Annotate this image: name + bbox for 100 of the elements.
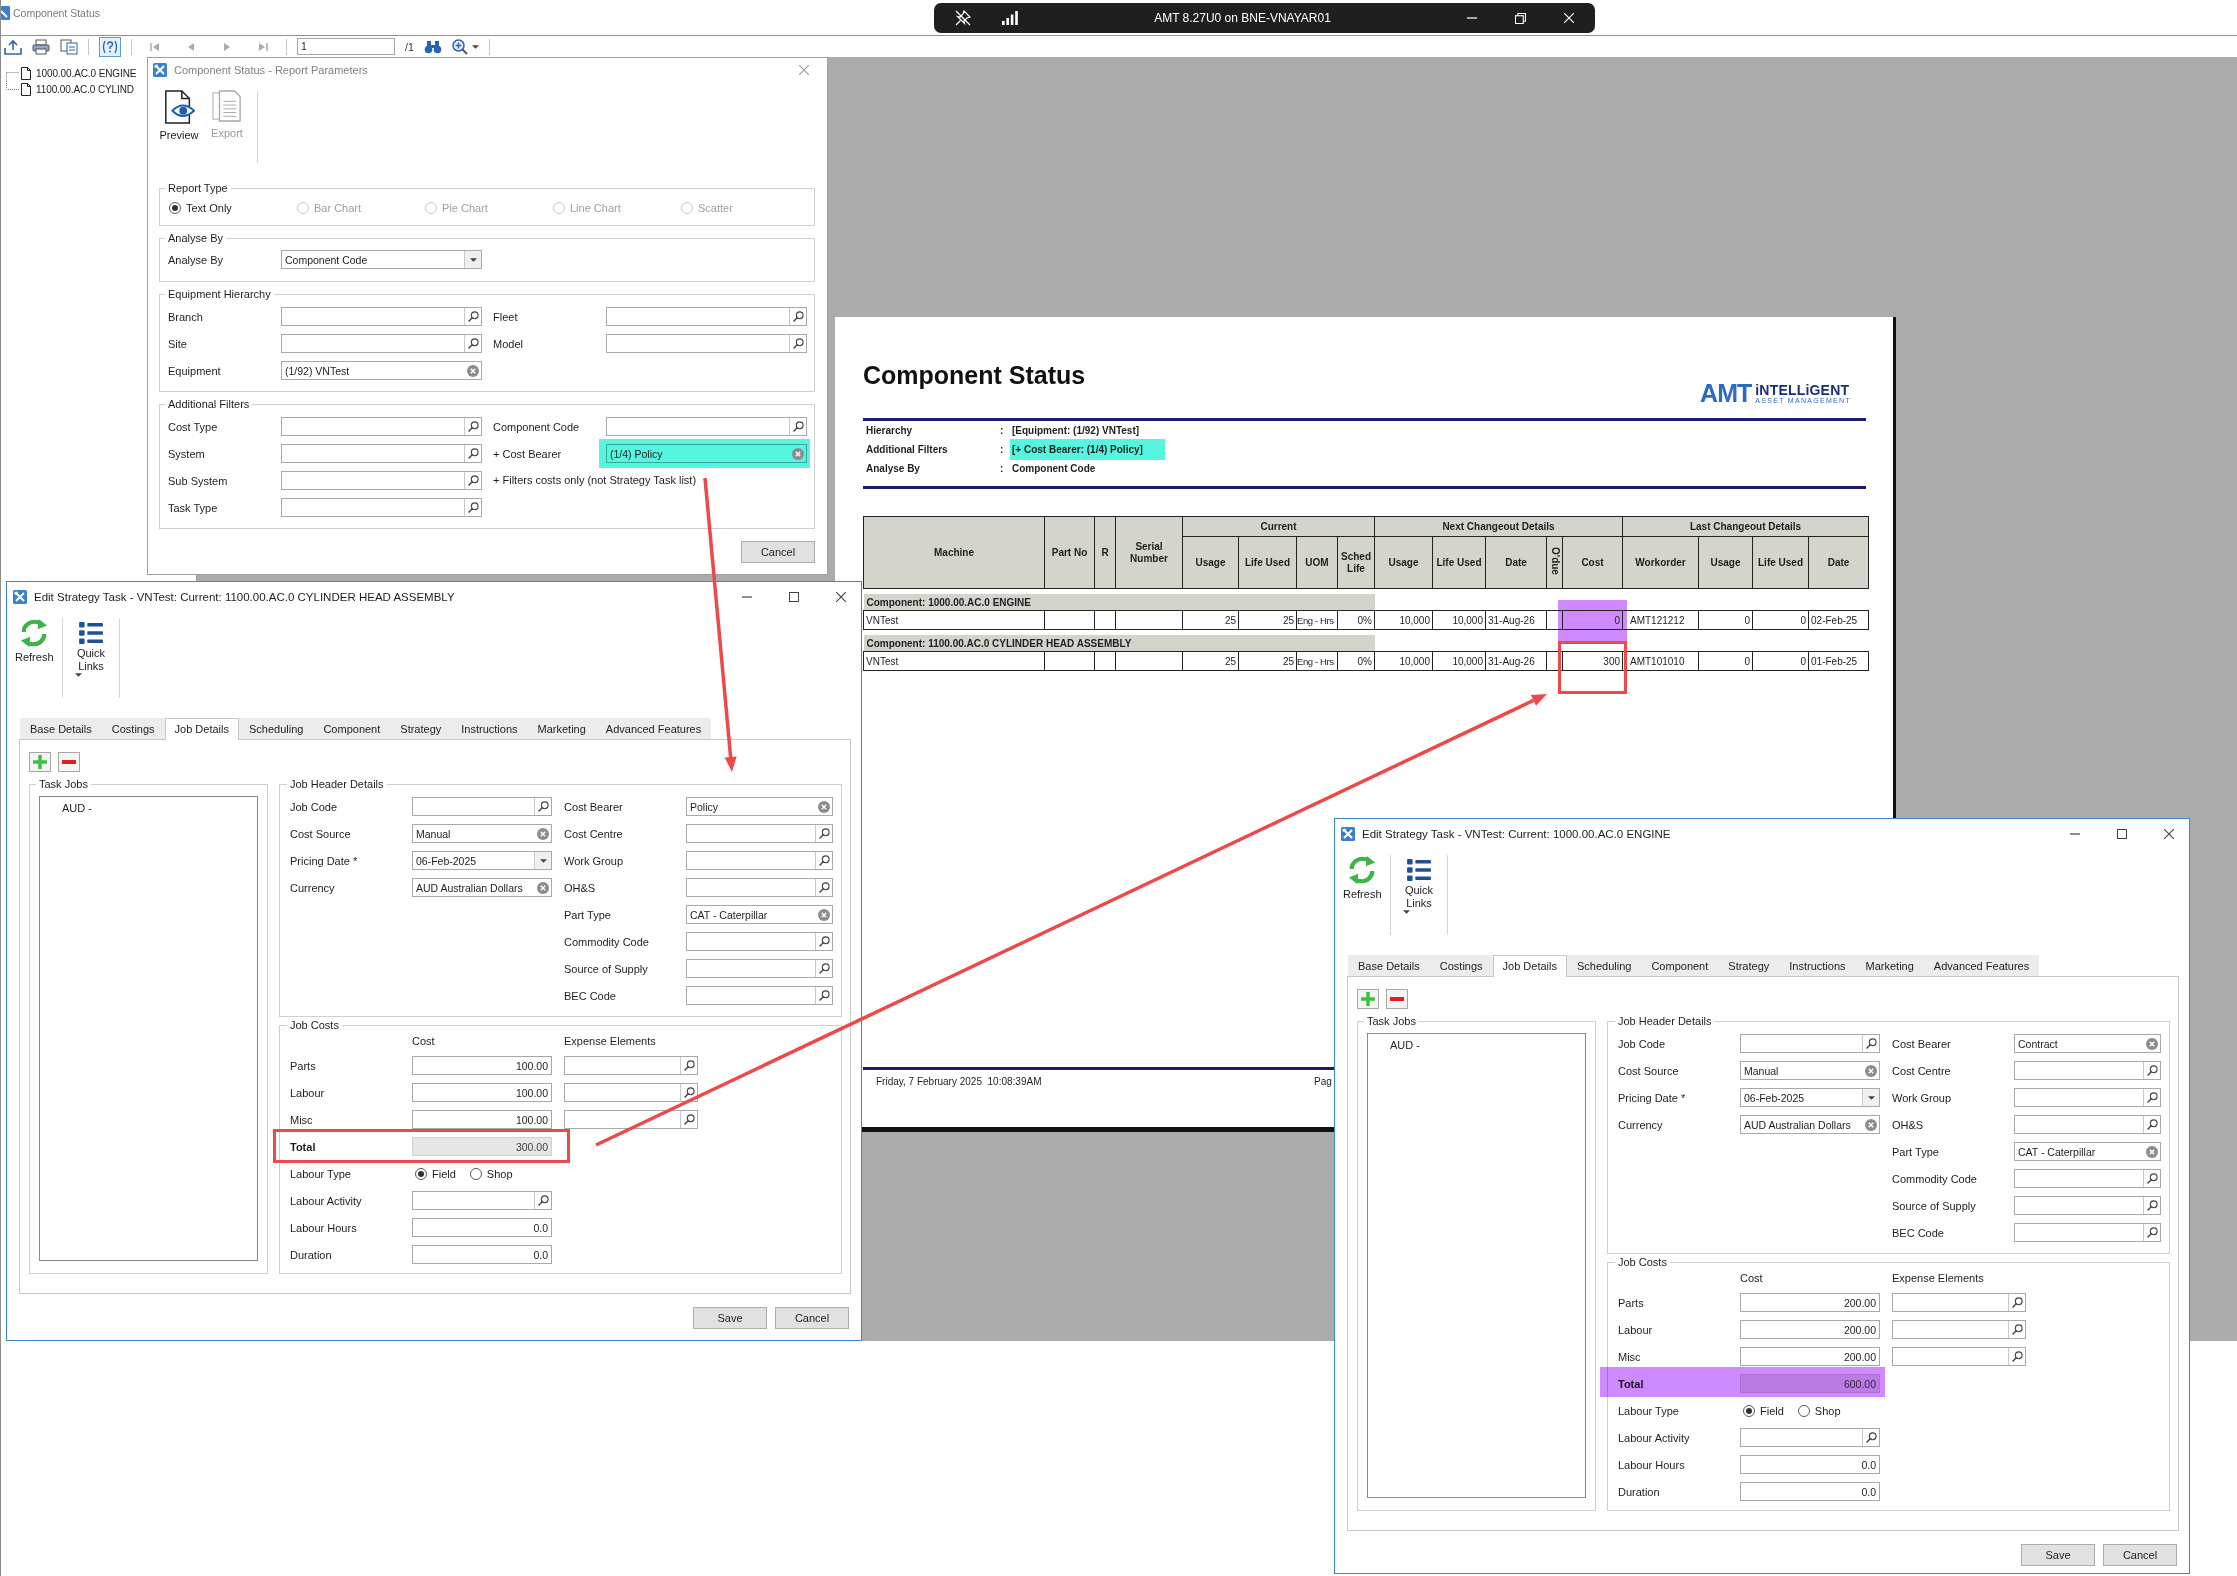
clear-icon[interactable]	[2145, 1145, 2158, 1158]
page-number-field[interactable]: 1	[297, 38, 395, 55]
restore-icon[interactable]	[1515, 12, 1526, 24]
lookup-button[interactable]	[464, 445, 481, 462]
input-field[interactable]	[2014, 1223, 2161, 1242]
tree-item[interactable]: 1000.00.AC.0 ENGINE	[36, 67, 137, 79]
input-field[interactable]	[281, 471, 482, 490]
input-field[interactable]: 06-Feb-2025	[1740, 1088, 1880, 1107]
input-field[interactable]	[281, 498, 482, 517]
radio-button[interactable]	[415, 1167, 427, 1180]
dialog-button[interactable]: Cancel	[741, 541, 815, 563]
input-field[interactable]	[564, 1056, 698, 1075]
input-field[interactable]	[281, 417, 482, 436]
lookup-button[interactable]	[2143, 1197, 2160, 1214]
clear-icon[interactable]	[817, 908, 830, 921]
input-field[interactable]	[1892, 1293, 2026, 1312]
lookup-button[interactable]	[534, 798, 551, 815]
lookup-button[interactable]	[815, 879, 832, 896]
lookup-button[interactable]	[534, 1192, 551, 1209]
radio-button[interactable]	[469, 1167, 482, 1180]
last-page-icon[interactable]	[258, 41, 268, 52]
dropdown-button[interactable]	[464, 251, 481, 268]
input-field[interactable]	[281, 334, 482, 353]
toolbar-button[interactable]: Refresh	[1340, 849, 1384, 904]
input-field[interactable]	[1892, 1347, 2026, 1366]
lookup-button[interactable]	[680, 1111, 697, 1128]
tab[interactable]: Scheduling	[239, 718, 314, 739]
print-icon[interactable]	[32, 38, 50, 55]
lookup-button[interactable]	[2008, 1348, 2025, 1365]
radio-button[interactable]	[1797, 1404, 1810, 1417]
tab[interactable]: Base Details	[20, 718, 102, 739]
clear-icon[interactable]	[1864, 1064, 1877, 1077]
lookup-button[interactable]	[464, 499, 481, 516]
clear-icon[interactable]	[466, 364, 479, 377]
list-item[interactable]: AUD -	[62, 801, 92, 815]
dialog-button[interactable]: Save	[693, 1307, 767, 1329]
input-field[interactable]	[2014, 1196, 2161, 1215]
lookup-button[interactable]	[789, 335, 806, 352]
close-icon[interactable]	[836, 592, 846, 602]
maximize-icon[interactable]	[2117, 829, 2127, 839]
input-field[interactable]: CAT - Caterpillar	[686, 905, 833, 924]
input-field[interactable]	[281, 307, 482, 326]
input-field[interactable]	[606, 417, 807, 436]
lookup-button[interactable]	[815, 987, 832, 1004]
toolbar-button[interactable]: Preview	[157, 82, 201, 144]
lookup-button[interactable]	[464, 335, 481, 352]
lookup-button[interactable]	[815, 960, 832, 977]
previous-page-icon[interactable]	[186, 41, 196, 52]
input-field[interactable]	[1740, 1034, 1880, 1053]
clear-icon[interactable]	[536, 827, 549, 840]
tab[interactable]: Advanced Features	[595, 718, 712, 739]
clear-icon[interactable]	[791, 447, 804, 460]
add-button[interactable]	[29, 752, 51, 772]
lookup-button[interactable]	[2143, 1089, 2160, 1106]
input-field[interactable]: 0.0	[1740, 1455, 1880, 1474]
input-field[interactable]	[564, 1083, 698, 1102]
input-field[interactable]: 06-Feb-2025	[412, 851, 552, 870]
maximize-icon[interactable]	[789, 592, 799, 602]
lookup-button[interactable]	[680, 1057, 697, 1074]
radio-button[interactable]	[169, 202, 181, 214]
remove-button[interactable]	[1386, 989, 1408, 1009]
toolbar-button[interactable]: Quick Links	[1397, 849, 1441, 917]
input-field[interactable]: Manual	[412, 824, 552, 843]
upload-tray-icon[interactable]	[4, 38, 22, 55]
input-field[interactable]	[564, 1110, 698, 1129]
lookup-button[interactable]	[1862, 1035, 1879, 1052]
input-field[interactable]	[686, 851, 833, 870]
close-icon[interactable]	[2164, 829, 2174, 839]
input-field[interactable]: 200.00	[1740, 1347, 1880, 1366]
input-field[interactable]	[1740, 1428, 1880, 1447]
lookup-button[interactable]	[789, 308, 806, 325]
input-field[interactable]: CAT - Caterpillar	[2014, 1142, 2161, 1161]
lookup-button[interactable]	[2143, 1116, 2160, 1133]
lookup-button[interactable]	[464, 308, 481, 325]
input-field[interactable]	[281, 444, 482, 463]
copy-icon[interactable]	[60, 38, 78, 55]
input-field[interactable]: AUD Australian Dollars	[412, 878, 552, 897]
input-field[interactable]	[686, 959, 833, 978]
input-field[interactable]: AUD Australian Dollars	[1740, 1115, 1880, 1134]
tab[interactable]: Strategy	[390, 718, 452, 739]
input-field[interactable]	[606, 307, 807, 326]
tab[interactable]: Marketing	[527, 718, 596, 739]
input-field[interactable]: 0.0	[1740, 1482, 1880, 1501]
lookup-button[interactable]	[2008, 1321, 2025, 1338]
input-field[interactable]: Policy	[686, 797, 833, 816]
input-field[interactable]: Manual	[1740, 1061, 1880, 1080]
dialog-button[interactable]: Cancel	[2103, 1544, 2177, 1566]
next-page-icon[interactable]	[222, 41, 232, 52]
input-field[interactable]	[686, 932, 833, 951]
dropdown-button[interactable]	[1862, 1089, 1879, 1106]
tab[interactable]: Job Details	[1492, 955, 1567, 977]
lookup-button[interactable]	[815, 933, 832, 950]
lookup-button[interactable]	[2143, 1170, 2160, 1187]
dialog-button[interactable]: Save	[2021, 1544, 2095, 1566]
input-field[interactable]: 100.00	[412, 1083, 552, 1102]
input-field[interactable]: 200.00	[1740, 1293, 1880, 1312]
clear-icon[interactable]	[2145, 1037, 2158, 1050]
lookup-button[interactable]	[815, 825, 832, 842]
input-field[interactable]: Component Code	[281, 250, 482, 269]
input-field[interactable]	[686, 878, 833, 897]
